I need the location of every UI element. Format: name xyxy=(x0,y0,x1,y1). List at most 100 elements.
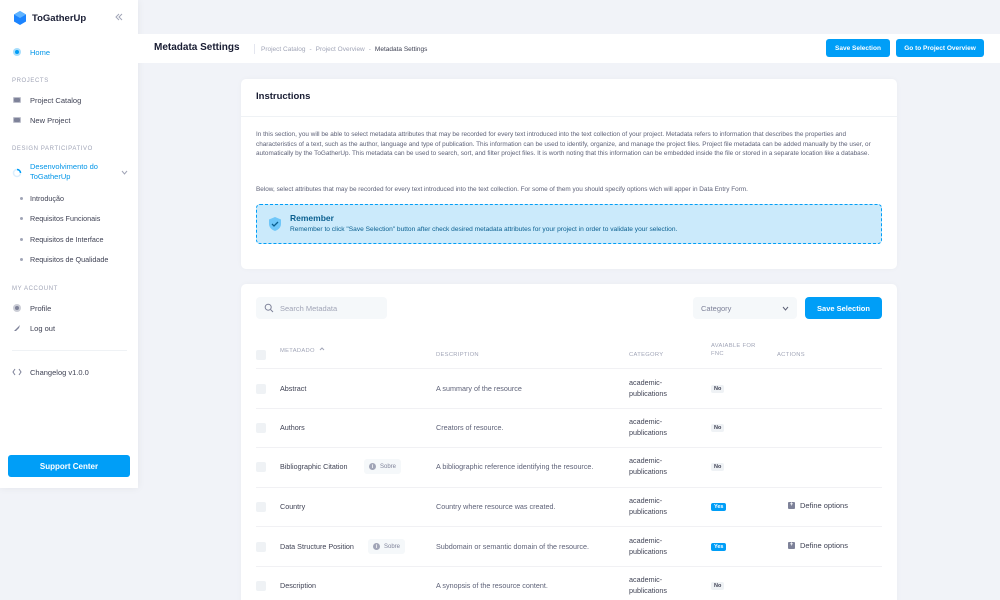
row-divider xyxy=(256,368,882,369)
category-select-value: Category xyxy=(701,304,732,313)
breadcrumb: Project Catalog - Project Overview - Met… xyxy=(254,44,427,54)
catalog-icon xyxy=(12,95,22,105)
category-line: academic- xyxy=(629,536,663,545)
row-divider xyxy=(256,526,882,527)
metadata-category: academic-publications xyxy=(629,378,667,399)
row-divider xyxy=(256,447,882,448)
sobre-label: Sobre xyxy=(380,463,397,470)
define-options-label: Define options xyxy=(800,541,848,550)
sidebar-item-label: Home xyxy=(30,47,51,57)
instructions-card: Instructions In this section, you will b… xyxy=(241,79,897,269)
sidebar-subitem-requisitos-qualidade[interactable]: Requisitos de Qualidade xyxy=(20,252,108,266)
sidebar-item-new-project[interactable]: New Project xyxy=(12,112,70,128)
define-options-button[interactable]: + Define options xyxy=(788,541,848,550)
breadcrumb-divider xyxy=(254,44,255,54)
go-to-project-overview-button[interactable]: Go to Project Overview xyxy=(896,39,984,57)
select-all-checkbox[interactable] xyxy=(256,350,266,360)
search-metadata-input[interactable] xyxy=(280,297,380,319)
available-badge: Yes xyxy=(711,543,727,551)
metadata-name: Authors xyxy=(280,423,305,432)
collapse-sidebar-icon[interactable] xyxy=(114,12,124,22)
breadcrumb-item-project-overview[interactable]: Project Overview xyxy=(316,46,365,53)
metadata-description: A bibliographic reference identifying th… xyxy=(436,462,594,471)
sidebar-item-logout[interactable]: Log out xyxy=(12,320,55,336)
sidebar-item-home[interactable]: Home xyxy=(12,44,50,60)
sidebar-subitem-label: Requisitos de Interface xyxy=(30,234,104,244)
sidebar-subitem-requisitos-funcionais[interactable]: Requisitos Funcionais xyxy=(20,211,100,225)
column-header-metadado[interactable]: METADADO xyxy=(280,346,325,355)
sidebar-subitem-introducao[interactable]: Introdução xyxy=(20,191,64,205)
instructions-title: Instructions xyxy=(256,91,311,102)
section-design: DESIGN PARTICIPATIVO xyxy=(12,146,93,152)
row-checkbox[interactable] xyxy=(256,542,266,552)
sidebar-subitem-requisitos-interface[interactable]: Requisitos de Interface xyxy=(20,232,104,246)
category-line: academic- xyxy=(629,575,663,584)
logo-icon xyxy=(14,11,26,25)
metadata-name: Abstract xyxy=(280,384,307,393)
available-badge: No xyxy=(711,582,725,590)
code-icon xyxy=(12,367,22,377)
brand[interactable]: ToGatherUp xyxy=(12,9,86,27)
metadata-name: Description xyxy=(280,581,316,590)
breadcrumb-item-project-catalog[interactable]: Project Catalog xyxy=(261,46,305,53)
save-selection-button[interactable]: Save Selection xyxy=(826,39,890,57)
sidebar-item-changelog[interactable]: Changelog v1.0.0 xyxy=(12,364,89,380)
sidebar-item-label: Profile xyxy=(30,303,52,313)
available-badge: Yes xyxy=(711,503,727,511)
page-title: Metadata Settings xyxy=(154,42,240,53)
sort-asc-icon xyxy=(319,347,325,351)
home-icon xyxy=(12,47,22,57)
search-icon xyxy=(264,303,274,313)
column-header-label: METADADO xyxy=(280,348,315,354)
metadata-description: Subdomain or semantic domain of the reso… xyxy=(436,542,590,551)
category-line: publications xyxy=(629,546,667,556)
metadata-category: academic-publications xyxy=(629,456,667,477)
bullet-icon xyxy=(20,216,23,220)
define-options-button[interactable]: + Define options xyxy=(788,501,848,510)
category-line: academic- xyxy=(629,456,663,465)
search-metadata-box[interactable] xyxy=(256,297,387,319)
metadata-name: Bibliographic Citation xyxy=(280,462,348,471)
category-line: academic- xyxy=(629,417,663,426)
save-selection-button[interactable]: Save Selection xyxy=(805,297,882,319)
sidebar-subitem-label: Requisitos Funcionais xyxy=(30,213,101,223)
bullet-icon xyxy=(20,196,23,200)
info-icon: i xyxy=(373,543,380,550)
sobre-button[interactable]: i Sobre xyxy=(368,539,406,554)
metadata-name: Data Structure Position xyxy=(280,542,354,551)
available-badge: No xyxy=(711,463,725,471)
column-header-label: AVAIABLE FOR xyxy=(711,343,756,349)
remember-text: Remember to click "Save Selection" butto… xyxy=(290,226,678,233)
section-my-account: MY ACCOUNT xyxy=(12,286,58,292)
logout-rocket-icon xyxy=(12,323,22,333)
instructions-paragraph: Below, select attributes that may be rec… xyxy=(256,186,748,193)
column-header-available: AVAIABLE FOR FNC xyxy=(711,342,756,358)
row-checkbox[interactable] xyxy=(256,384,266,394)
breadcrumb-item-current: Metadata Settings xyxy=(374,45,428,53)
row-checkbox[interactable] xyxy=(256,462,266,472)
row-checkbox[interactable] xyxy=(256,502,266,512)
chevron-down-icon xyxy=(782,306,789,311)
available-badge: No xyxy=(711,385,725,393)
sidebar-item-project-catalog[interactable]: Project Catalog xyxy=(12,92,81,108)
row-checkbox[interactable] xyxy=(256,423,266,433)
sobre-button[interactable]: i Sobre xyxy=(364,459,402,474)
plus-icon: + xyxy=(788,542,795,549)
new-project-icon xyxy=(12,115,22,125)
category-line: publications xyxy=(629,466,667,476)
row-divider xyxy=(256,487,882,488)
sidebar-item-profile[interactable]: Profile xyxy=(12,300,51,316)
remember-notice: Remember Remember to click "Save Selecti… xyxy=(256,204,882,244)
row-checkbox[interactable] xyxy=(256,581,266,591)
sidebar-subitem-label: Requisitos de Qualidade xyxy=(30,254,109,264)
bullet-icon xyxy=(20,257,23,261)
category-line: publications xyxy=(629,388,667,398)
breadcrumb-separator: - xyxy=(368,45,371,53)
support-center-button[interactable]: Support Center xyxy=(8,455,130,477)
column-header-label: FNC xyxy=(711,351,724,357)
sidebar: ToGatherUp Home PROJECTS Project Catalog… xyxy=(0,0,138,488)
category-select[interactable]: Category xyxy=(693,297,797,319)
sidebar-item-label: Project Catalog xyxy=(30,95,82,105)
sidebar-item-design-active[interactable]: Desenvolvimento do ToGatherUp xyxy=(12,162,128,184)
project-spinner-icon xyxy=(12,168,22,178)
